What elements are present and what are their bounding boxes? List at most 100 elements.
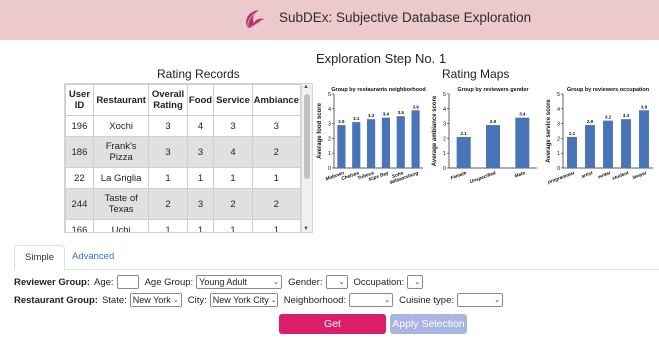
table-scrollbar[interactable]: ▲ ▼	[301, 84, 312, 232]
cell-food: 1	[186, 219, 215, 232]
x-tick-label: writer	[597, 170, 612, 180]
bar-value-label: 3.2	[605, 115, 612, 120]
table-row[interactable]: 196 Xochi 3 4 3 3	[65, 115, 302, 137]
restaurant-group-row: Restaurant Group: State: New York ⌄ City:…	[14, 292, 509, 308]
x-tick-label: lawyer	[632, 170, 649, 181]
y-tick-label: 2	[443, 136, 446, 142]
column-header[interactable]: Service	[213, 84, 253, 116]
occupation-select[interactable]: ⌄	[407, 275, 424, 289]
y-tick-label: 4	[328, 107, 331, 113]
column-header[interactable]: Food	[186, 84, 215, 116]
cell-ambiance: 1	[251, 167, 302, 189]
neighborhood-select[interactable]: ⌄	[349, 293, 394, 307]
scrollbar-thumb[interactable]	[304, 94, 310, 179]
cell-food: 1	[186, 167, 215, 189]
tab-advanced[interactable]: Advanced	[62, 245, 124, 268]
y-tick-label: 1	[557, 151, 560, 157]
chevron-down-icon: ⌄	[494, 297, 501, 304]
column-header[interactable]: Restaurant	[92, 84, 150, 116]
chevron-down-icon: ⌄	[270, 297, 277, 304]
y-tick-label: 2	[328, 136, 331, 142]
y-tick-label: 5	[328, 92, 331, 98]
chart-gender: Group by reviewers gender Average ambianc…	[432, 87, 537, 185]
x-tick-label: Female	[450, 170, 468, 181]
bar-value-label: 3.9	[412, 104, 419, 109]
y-tick-label: 3	[328, 122, 331, 128]
x-tick-label: programmer	[546, 170, 577, 186]
x-tick-label: student	[611, 170, 630, 182]
restaurant-group-label: Restaurant Group:	[14, 294, 98, 306]
chevron-down-icon: ⌄	[414, 279, 421, 286]
bar	[411, 110, 420, 168]
occupation-label: Occupation:	[353, 276, 405, 288]
cell-restaurant: Frank's Pizza	[92, 136, 150, 168]
cell-user-id: 186	[65, 136, 94, 168]
chart-title: Group by reviewers gender	[457, 87, 529, 93]
cell-food: 4	[186, 115, 215, 137]
bar-value-label: 3.3	[623, 113, 630, 118]
table-row[interactable]: 244 Taste of Texas 2 3 2 2	[65, 188, 302, 220]
bar-value-label: 3.3	[368, 113, 375, 118]
cell-food: 3	[186, 136, 215, 168]
table-row[interactable]: 22 La Griglia 1 1 1 1	[65, 167, 302, 189]
scroll-down-icon[interactable]: ▼	[303, 226, 309, 232]
bar	[515, 117, 530, 168]
state-value: New York	[132, 295, 171, 305]
cell-service: 4	[213, 136, 253, 168]
butterfly-logo-icon	[246, 10, 264, 29]
cell-restaurant: La Griglia	[92, 167, 150, 189]
bar	[352, 122, 361, 168]
city-value: New York City	[212, 295, 269, 305]
tab-simple[interactable]: Simple	[14, 245, 66, 270]
gender-label: Gender:	[288, 276, 323, 288]
bar-value-label: 3.9	[641, 104, 648, 109]
column-header[interactable]: Ambiance	[251, 84, 302, 116]
city-select[interactable]: New York City ⌄	[209, 293, 278, 307]
bar-value-label: 2.9	[490, 119, 497, 124]
bar-value-label: 2.9	[338, 119, 345, 124]
neighborhood-label: Neighborhood:	[283, 294, 347, 306]
y-tick-label: 1	[443, 151, 446, 157]
age-group-select[interactable]: Young Adult ⌄	[196, 275, 283, 289]
cuisine-select[interactable]: ⌄	[457, 293, 504, 307]
rating-records-table: User ID Restaurant Overall Rating Food S…	[64, 83, 313, 233]
cell-ambiance: 2	[251, 188, 302, 220]
apply-selection-button[interactable]: Apply Selection	[390, 314, 467, 334]
table-row[interactable]: 186 Frank's Pizza 3 3 4 2	[65, 136, 302, 168]
table-row[interactable]: 166 Uchi 1 1 1 1	[65, 219, 302, 232]
y-tick-label: 5	[443, 92, 446, 98]
gender-select[interactable]: ⌄	[325, 275, 348, 289]
bar	[367, 119, 376, 168]
state-select[interactable]: New York ⌄	[129, 293, 182, 307]
y-tick-label: 4	[557, 107, 560, 113]
state-label: State:	[101, 294, 127, 306]
x-tick-label: Unspecified	[469, 170, 498, 185]
bar	[567, 136, 577, 168]
chevron-down-icon: ⌄	[384, 297, 391, 304]
x-tick-label: artist	[581, 170, 594, 180]
bar-value-label: 3.1	[353, 116, 360, 121]
chart-title: Group by reviewers occupation	[567, 87, 650, 93]
get-recommendations-button[interactable]: Get Recommendations	[279, 314, 386, 350]
mode-tabs: Simple Advanced	[14, 245, 659, 270]
cell-overall: 3	[148, 136, 188, 168]
chart-title: Group by restaurants neighborhood	[331, 87, 425, 93]
bar-value-label: 3.4	[383, 112, 390, 117]
scroll-up-icon[interactable]: ▲	[303, 84, 309, 90]
step-title: Exploration Step No. 1	[316, 51, 447, 66]
y-tick-label: 4	[443, 107, 446, 113]
column-header[interactable]: Overall Rating	[148, 84, 188, 116]
cell-food: 3	[186, 188, 215, 220]
bar-value-label: 2.1	[569, 131, 576, 136]
chart-occupation: Group by reviewers occupation Average ser…	[546, 87, 653, 186]
x-tick-label: Male	[514, 170, 526, 179]
chevron-down-icon: ⌄	[338, 279, 345, 286]
cell-overall: 3	[148, 115, 188, 137]
chart-neighborhood: Group by restaurants neighborhood Average…	[317, 87, 426, 186]
y-tick-label: 0	[443, 166, 446, 172]
column-header[interactable]: User ID	[65, 84, 94, 116]
bar-value-label: 3.4	[519, 112, 526, 117]
bar-value-label: 2.1	[461, 131, 468, 136]
age-input[interactable]	[116, 275, 139, 289]
cell-service: 1	[213, 167, 253, 189]
